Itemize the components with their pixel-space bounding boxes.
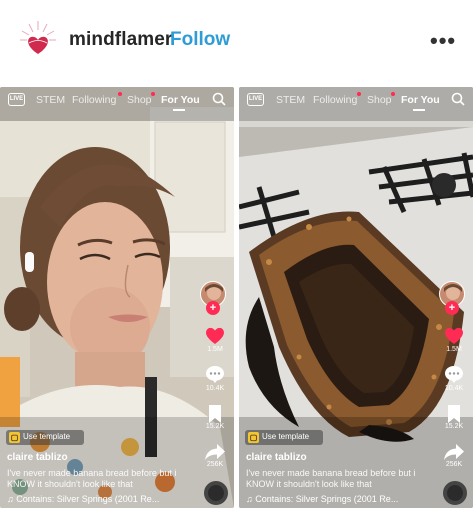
tab-following[interactable]: Following bbox=[313, 94, 357, 106]
video-screenshot-right[interactable]: LIVE STEM Following Shop For You + 1.5M … bbox=[239, 87, 473, 508]
tab-stem[interactable]: STEM bbox=[36, 94, 65, 106]
music-disc-icon[interactable] bbox=[204, 481, 228, 505]
comment-count: 10.4K bbox=[205, 385, 225, 392]
video-caption: I've never made banana bread before but … bbox=[246, 468, 416, 489]
notification-dot bbox=[151, 92, 155, 96]
more-options-icon[interactable]: ••• bbox=[430, 28, 456, 54]
heart-icon[interactable] bbox=[204, 324, 226, 346]
template-icon: ▢ bbox=[9, 432, 20, 443]
search-icon[interactable] bbox=[451, 92, 465, 106]
follow-plus-icon[interactable]: + bbox=[206, 301, 220, 315]
live-button[interactable]: LIVE bbox=[8, 93, 25, 106]
use-template-button[interactable]: ▢ Use template bbox=[245, 430, 323, 445]
comment-icon[interactable] bbox=[443, 363, 465, 385]
share-count: 256K bbox=[206, 461, 224, 468]
video-creator-name[interactable]: claire tablizo bbox=[246, 452, 307, 463]
tab-following[interactable]: Following bbox=[72, 94, 116, 106]
post-username[interactable]: mindflamer bbox=[69, 29, 172, 51]
post-header: mindflamer Follow ••• bbox=[0, 0, 473, 86]
tab-for-you[interactable]: For You bbox=[401, 94, 440, 106]
live-button[interactable]: LIVE bbox=[247, 93, 264, 106]
tab-stem[interactable]: STEM bbox=[276, 94, 305, 106]
use-template-button[interactable]: ▢ Use template bbox=[6, 430, 84, 445]
save-count: 15.2K bbox=[444, 423, 464, 430]
top-nav-bar: LIVE STEM Following Shop For You bbox=[0, 87, 234, 113]
music-label[interactable]: ♫ Contains: Silver Springs (2001 Re... bbox=[7, 494, 197, 504]
tab-shop[interactable]: Shop bbox=[127, 94, 152, 106]
bookmark-icon[interactable] bbox=[443, 403, 465, 425]
notification-dot bbox=[118, 92, 122, 96]
share-count: 256K bbox=[445, 461, 463, 468]
notification-dot bbox=[357, 92, 361, 96]
use-template-label: Use template bbox=[262, 432, 310, 441]
comment-count: 10.4K bbox=[444, 385, 464, 392]
share-icon[interactable] bbox=[443, 441, 465, 463]
like-count: 1.5M bbox=[446, 346, 462, 353]
follow-button[interactable]: Follow bbox=[170, 29, 230, 51]
video-screenshot-left[interactable]: LIVE STEM Following Shop For You + 1.5M … bbox=[0, 87, 234, 508]
video-creator-name[interactable]: claire tablizo bbox=[7, 452, 68, 463]
active-tab-indicator bbox=[173, 109, 185, 111]
tab-shop[interactable]: Shop bbox=[367, 94, 392, 106]
follow-plus-icon[interactable]: + bbox=[445, 301, 459, 315]
template-icon: ▢ bbox=[248, 432, 259, 443]
notification-dot bbox=[391, 92, 395, 96]
music-label[interactable]: ♫ Contains: Silver Springs (2001 Re... bbox=[246, 494, 436, 504]
like-count: 1.5M bbox=[207, 346, 223, 353]
tab-for-you[interactable]: For You bbox=[161, 94, 200, 106]
heart-lotus-logo-icon[interactable] bbox=[17, 18, 59, 60]
top-nav-bar: LIVE STEM Following Shop For You bbox=[239, 87, 473, 113]
search-icon[interactable] bbox=[212, 92, 226, 106]
bookmark-icon[interactable] bbox=[204, 403, 226, 425]
share-icon[interactable] bbox=[204, 441, 226, 463]
save-count: 15.2K bbox=[205, 423, 225, 430]
heart-icon[interactable] bbox=[443, 324, 465, 346]
music-disc-icon[interactable] bbox=[443, 481, 467, 505]
use-template-label: Use template bbox=[23, 432, 71, 441]
video-caption: I've never made banana bread before but … bbox=[7, 468, 177, 489]
comment-icon[interactable] bbox=[204, 363, 226, 385]
active-tab-indicator bbox=[413, 109, 425, 111]
